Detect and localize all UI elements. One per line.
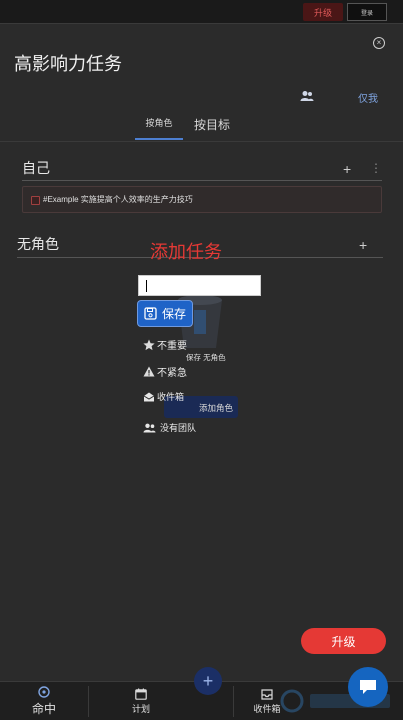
nav-item-hit[interactable]: 命中 [0, 682, 88, 720]
nav-label-hit: 命中 [31, 702, 56, 716]
tab-by-goal[interactable]: 按目标 [194, 116, 230, 133]
close-icon[interactable]: × [373, 37, 385, 49]
nav-label-plan: 计划 [131, 704, 150, 714]
more-icon[interactable]: ⋮ [370, 162, 382, 174]
urgency-label: 不紧急 [157, 368, 187, 379]
urgency-option[interactable]: 不紧急 [143, 364, 187, 379]
team-option[interactable]: 没有团队 [143, 421, 196, 434]
tab-by-role[interactable]: 按角色 [135, 116, 183, 140]
calendar-icon [135, 688, 147, 700]
nav-item-plan[interactable]: 计划 [96, 682, 186, 720]
task-name-input[interactable] [138, 275, 261, 296]
task-row[interactable]: #Example 实施提高个人效率的生产力技巧 [22, 186, 382, 213]
importance-option[interactable]: 不重要 [143, 337, 187, 352]
warning-icon [143, 366, 155, 377]
people-icon[interactable] [300, 90, 314, 102]
only-me-toggle[interactable]: 仅我 [358, 90, 378, 105]
save-button[interactable]: 保存 [137, 300, 193, 327]
nav-separator [233, 686, 234, 717]
chat-support-button[interactable] [348, 667, 388, 707]
nav-label-inbox: 收件箱 [253, 703, 281, 714]
nav-separator [88, 686, 89, 717]
add-task-plus-icon[interactable]: + [343, 162, 351, 176]
top-upgrade-button[interactable]: 升级 [303, 3, 343, 21]
task-checkbox[interactable] [31, 196, 40, 205]
save-button-label: 保存 [162, 307, 187, 321]
plus-icon: + [202, 670, 214, 691]
text-caret [146, 280, 147, 292]
tabs-divider [0, 141, 403, 142]
add-fab-button[interactable]: + [194, 667, 222, 695]
team-label: 没有团队 [160, 423, 197, 433]
inbox-icon [261, 688, 273, 700]
importance-label: 不重要 [157, 341, 187, 352]
add-task-title: 添加任务 [150, 242, 222, 262]
page-title: 高影响力任务 [14, 54, 122, 74]
background-save-label: 保存 无角色 [186, 353, 226, 362]
team-icon [143, 423, 156, 432]
compass-icon [38, 686, 50, 698]
floppy-disk-icon [144, 307, 157, 320]
background-add-role-label: 添加角色 [199, 403, 234, 413]
upgrade-button[interactable]: 升级 [301, 628, 386, 654]
task-text: #Example 实施提高个人效率的生产力技巧 [43, 195, 193, 204]
section-title-self: 自己 [22, 160, 50, 176]
inbox-icon [143, 392, 155, 401]
top-login-button[interactable]: 登录 [347, 3, 387, 21]
top-bar: 升级 登录 [0, 0, 403, 24]
inbox-option[interactable]: 收件箱 [143, 390, 184, 403]
section-title-no-role: 无角色 [17, 236, 59, 252]
star-icon [143, 339, 155, 350]
add-role-plus-icon[interactable]: + [359, 238, 367, 252]
chat-bubble-icon [360, 680, 376, 694]
inbox-label: 收件箱 [157, 392, 185, 402]
section-divider [22, 180, 382, 181]
